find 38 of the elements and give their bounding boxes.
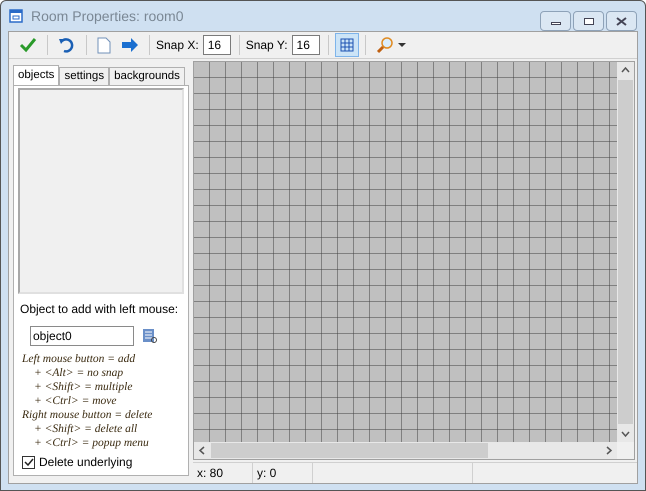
help-line: + <Shift> = multiple: [34, 380, 134, 394]
help-line: + <Shift> = delete all: [34, 422, 138, 436]
snap-x-field[interactable]: 16: [202, 35, 231, 55]
tab[interactable]: objects: [13, 65, 60, 85]
close-button[interactable]: [606, 11, 637, 31]
object-field[interactable]: object0: [30, 326, 134, 346]
tab[interactable]: settings: [59, 67, 110, 85]
checkbox-label: Delete underlying: [39, 454, 132, 471]
arrow-icon: [121, 38, 139, 52]
minimize-button[interactable]: [540, 11, 571, 31]
window-title: Room Properties: room0: [31, 6, 184, 26]
list-icon[interactable]: [142, 328, 158, 344]
snap-y-label: Snap Y:: [246, 37, 288, 54]
grid-toggle[interactable]: [334, 33, 359, 57]
caption: Object to add with left mouse:: [20, 301, 180, 318]
horizontal-scrollbar[interactable]: [194, 442, 617, 459]
help-line: Right mouse button = delete: [22, 408, 154, 422]
room-grid[interactable]: [194, 62, 617, 442]
magnifier-icon: [376, 36, 394, 54]
page-icon: [97, 36, 111, 54]
close-icon: [616, 16, 627, 26]
snap-y-field[interactable]: 16: [292, 35, 320, 55]
help-line: + <Ctrl> = move: [34, 394, 118, 408]
caret-icon: [398, 43, 406, 47]
tab[interactable]: backgrounds: [109, 67, 185, 85]
window-icon: [9, 9, 23, 23]
maximize-button[interactable]: [573, 11, 604, 31]
undo-icon: [58, 37, 76, 53]
help-line: + <Alt> = no snap: [34, 366, 124, 380]
help-line: Left mouse button = add: [22, 352, 136, 366]
vertical-scrollbar[interactable]: [617, 62, 634, 442]
help-line: + <Ctrl> = popup menu: [34, 436, 150, 450]
checkmark-icon: [19, 37, 37, 53]
snap-x-label: Snap X:: [156, 37, 199, 54]
grid-icon: [340, 38, 354, 52]
delete-underlying-checkbox[interactable]: [22, 456, 35, 468]
status-text: x: 80: [193, 463, 253, 483]
status-text: y: 0: [253, 463, 313, 483]
